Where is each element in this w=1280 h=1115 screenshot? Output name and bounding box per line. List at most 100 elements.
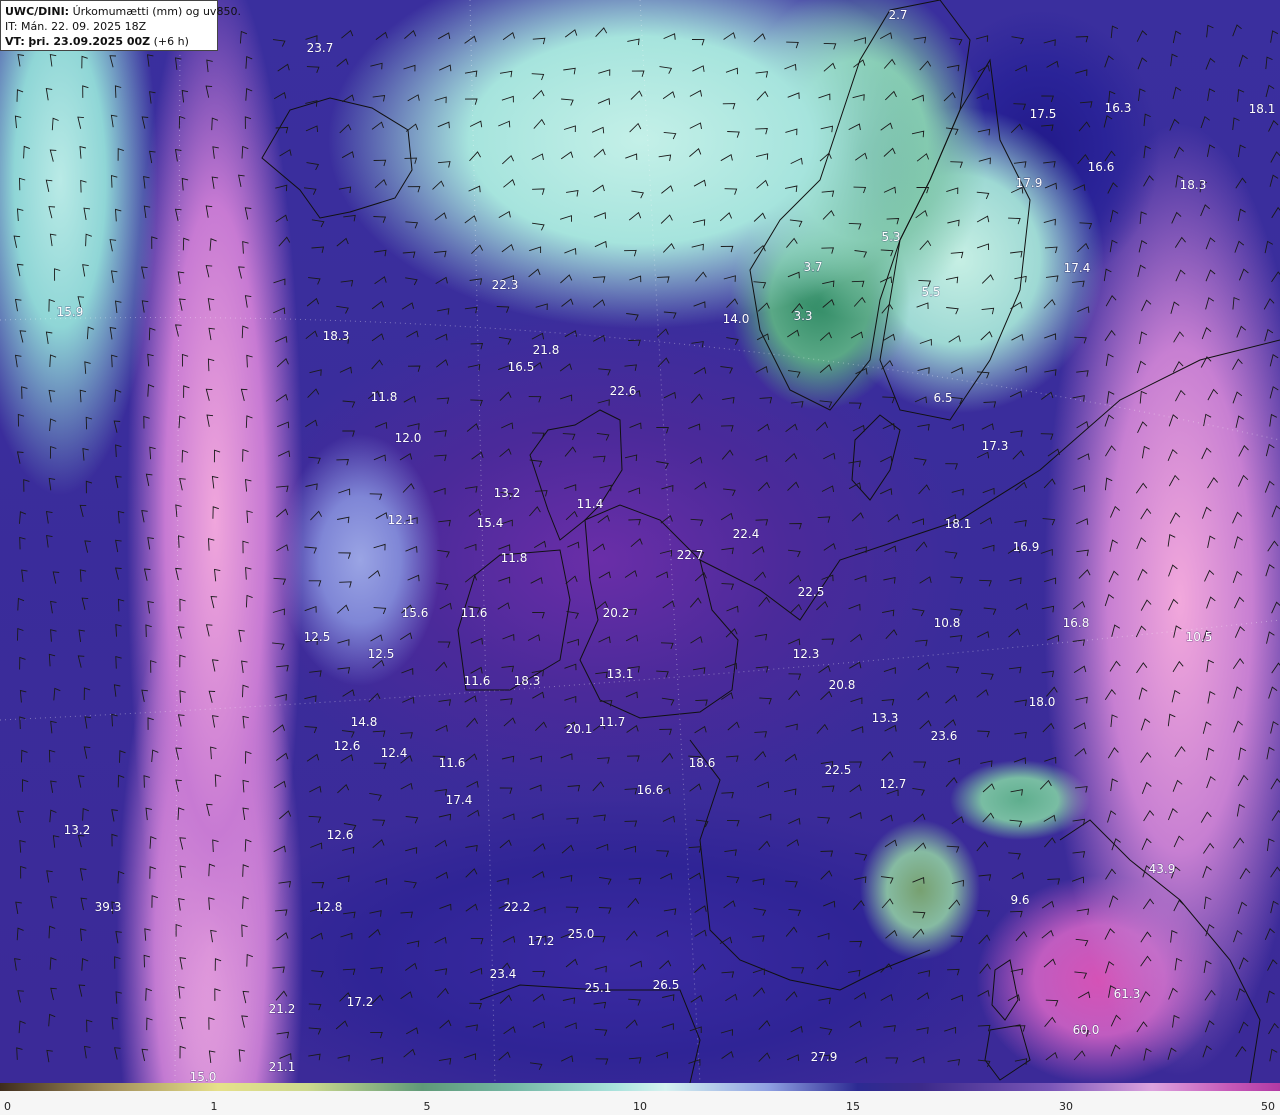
wind-barb (308, 580, 322, 587)
wind-barb (1268, 1022, 1279, 1035)
wind-barb (943, 91, 956, 102)
colorbar-tick: 10 (633, 1100, 647, 1113)
wind-barb (276, 544, 289, 552)
wind-barb (14, 354, 22, 368)
wind-barb (245, 567, 252, 580)
wind-barb (306, 66, 320, 73)
wind-barb (1239, 867, 1251, 880)
wind-barb (785, 452, 798, 463)
wind-barb (1232, 358, 1243, 370)
wind-barb (400, 911, 413, 919)
wind-barb (399, 632, 413, 640)
wind-barb (338, 186, 352, 194)
wind-barb (81, 597, 89, 610)
wind-barb (336, 58, 349, 67)
wind-barb (78, 629, 85, 642)
wind-barb (660, 214, 673, 224)
wind-barb (500, 698, 513, 705)
wind-barb (916, 302, 929, 310)
wind-barb (785, 880, 798, 888)
wind-barb (1107, 810, 1117, 823)
wind-barb (917, 424, 930, 431)
wind-barb (208, 863, 216, 877)
wind-barb (50, 600, 57, 614)
wind-barb (661, 697, 675, 706)
wind-barb (1237, 474, 1249, 487)
wind-barb (276, 485, 289, 493)
wind-barb (911, 518, 925, 525)
wind-barb (945, 127, 959, 135)
wind-barb (849, 784, 862, 793)
wind-barb (1041, 124, 1054, 131)
wind-barb (1175, 389, 1186, 402)
value-label: 17.9 (1016, 176, 1043, 190)
wind-barb (848, 603, 861, 611)
wind-barb (207, 358, 215, 372)
wind-barb (945, 694, 958, 704)
wind-barb (336, 305, 349, 314)
wind-barb (849, 812, 862, 819)
wind-barb (1044, 577, 1057, 585)
value-label: 12.0 (395, 431, 422, 445)
wind-barb (1072, 485, 1085, 492)
wind-barb (1203, 842, 1215, 854)
wind-barb (560, 875, 573, 882)
wind-barb (880, 994, 893, 1001)
wind-barb (1271, 271, 1280, 283)
wind-barb (596, 432, 610, 441)
wind-barb (310, 510, 322, 521)
wind-barb (21, 386, 28, 399)
wind-barb (273, 845, 286, 853)
wind-barb (1109, 239, 1118, 253)
wind-barb (109, 55, 117, 68)
wind-barb (17, 208, 24, 222)
wind-barb (1041, 670, 1055, 678)
wind-barb (436, 397, 450, 404)
wind-barb (1139, 211, 1147, 224)
value-label: 23.4 (490, 967, 517, 981)
wind-barb (879, 32, 893, 39)
wind-barb (1012, 1025, 1026, 1032)
wind-barb (437, 549, 450, 558)
wind-barb (592, 543, 606, 552)
wind-barb (1175, 269, 1186, 282)
wind-barb (1008, 217, 1021, 225)
wind-barb (1079, 222, 1093, 230)
wind-barb (407, 94, 420, 102)
wind-barb (1143, 113, 1151, 127)
wind-barb (86, 326, 94, 340)
colorbar-tick: 1 (210, 1100, 218, 1113)
wind-barb (753, 907, 767, 916)
wind-barb (950, 608, 963, 616)
wind-barb (115, 656, 122, 669)
value-label: 27.9 (811, 1050, 838, 1064)
wind-barb (1139, 390, 1147, 404)
wind-barb (567, 785, 581, 792)
wind-barb (629, 275, 642, 283)
wind-barb (465, 903, 478, 912)
wind-barb (310, 932, 323, 940)
wind-barb (1075, 696, 1088, 704)
wind-barb (276, 508, 289, 518)
wind-barb (820, 850, 834, 857)
wind-barb (1204, 569, 1215, 582)
wind-barb (597, 757, 610, 764)
wind-barb (1107, 182, 1118, 194)
wind-barb (560, 274, 573, 284)
wind-barb (787, 370, 801, 378)
wind-barb (1265, 443, 1275, 457)
wind-barb (726, 337, 739, 346)
wind-barb (50, 629, 57, 642)
wind-barb (145, 473, 153, 487)
wind-barb (1269, 386, 1279, 399)
wind-barb (1235, 415, 1245, 428)
wind-barb (1142, 898, 1155, 910)
wind-barb (976, 451, 990, 459)
wind-barb (946, 666, 960, 674)
value-label: 20.8 (829, 678, 856, 692)
wind-barb (722, 103, 736, 110)
wind-barb (951, 423, 964, 431)
wind-barb (276, 932, 289, 941)
wind-barb (917, 367, 930, 374)
wind-barb (688, 846, 702, 853)
